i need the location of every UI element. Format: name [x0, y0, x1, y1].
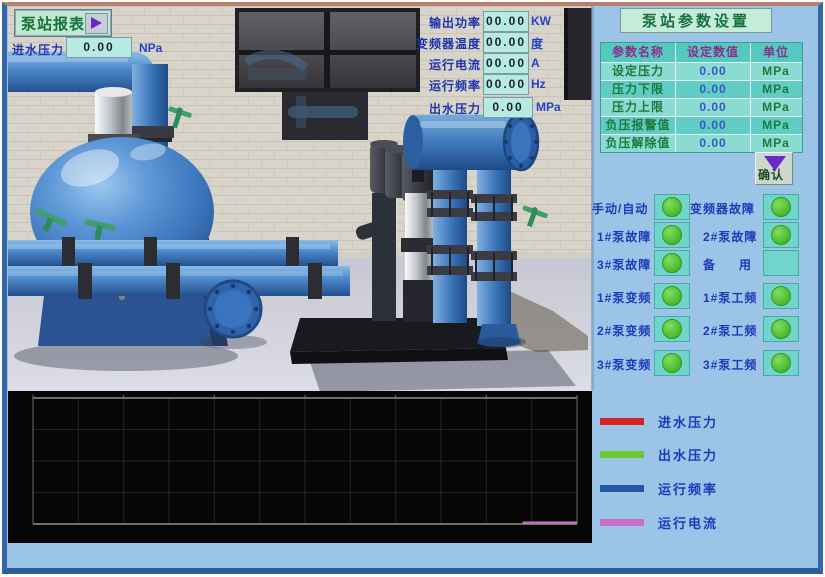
led-indicator [662, 253, 682, 273]
play-triangle-icon [91, 17, 102, 29]
status-label-pump3-vfd: 3#泵变频 [597, 356, 651, 373]
legend-label-run-current: 运行电流 [658, 513, 718, 532]
status-indicator-inverter-fault [763, 194, 799, 220]
report-button-label: 泵站报表 [21, 13, 85, 34]
output-power-label: 输出功率 [385, 14, 481, 31]
run-current-value: 00.00 [483, 53, 529, 74]
status-label-pump2-vfd: 2#泵变频 [597, 322, 651, 339]
status-indicator-pump2-fault [763, 222, 799, 248]
inverter-temp-unit: 度 [531, 35, 543, 52]
report-button[interactable]: 泵站报表 [14, 9, 112, 37]
param-unit: MPa [750, 135, 801, 152]
status-label-manual-auto: 手动/自动 [592, 200, 648, 217]
status-label-pump1-vfd: 1#泵变频 [597, 289, 651, 306]
col-header-unit: 单位 [750, 43, 801, 62]
status-indicator-spare [763, 250, 799, 276]
parameter-table: 参数名称 设定数值 单位 设定压力 0.00 MPa 压力下限 0.00 MPa… [600, 42, 803, 153]
inverter-temp-label: 变频器温度 [385, 35, 481, 52]
led-indicator [771, 225, 791, 245]
status-indicator-manual-auto[interactable] [654, 194, 690, 220]
inlet-pressure-value: 0.00 [66, 37, 132, 58]
param-name: 压力上限 [601, 99, 675, 116]
param-name: 设定压力 [601, 63, 675, 80]
param-unit: MPa [750, 99, 801, 116]
status-indicator-pump1-mains [763, 283, 799, 309]
run-frequency-value: 00.00 [483, 74, 529, 95]
led-indicator [771, 353, 791, 373]
confirm-button-label: 确认 [758, 166, 784, 183]
param-unit: MPa [750, 63, 801, 80]
legend-label-run-frequency: 运行频率 [658, 479, 718, 498]
status-label-inverter-fault: 变频器故障 [690, 200, 755, 217]
status-label-pump3-fault: 3#泵故障 [597, 256, 651, 273]
panel-divider [591, 6, 594, 391]
trend-chart [8, 391, 592, 543]
param-value-input[interactable]: 0.00 [675, 117, 750, 134]
led-indicator [771, 286, 791, 306]
status-indicator-pump3-vfd [654, 350, 690, 376]
led-indicator [771, 319, 791, 339]
table-row-negative-pressure-alarm: 负压报警值 0.00 MPa [601, 117, 802, 135]
table-row-negative-pressure-release: 负压解除值 0.00 MPa [601, 135, 802, 152]
outlet-pressure-label: 出水压力 [385, 100, 481, 117]
legend-swatch-run-frequency [600, 485, 644, 492]
param-name: 负压报警值 [601, 117, 675, 134]
status-label-pump3-mains: 3#泵工频 [703, 356, 757, 373]
led-indicator [662, 353, 682, 373]
outlet-pressure-unit: MPa [536, 100, 561, 114]
run-current-unit: A [531, 56, 540, 70]
outlet-pressure-value: 0.00 [483, 97, 533, 118]
settings-panel-title: 泵站参数设置 [620, 8, 772, 33]
col-header-set-value: 设定数值 [675, 43, 750, 62]
led-indicator [771, 197, 791, 217]
inlet-pressure-label: 进水压力 [12, 41, 64, 58]
status-indicator-pump3-fault [654, 250, 690, 276]
param-value-input[interactable]: 0.00 [675, 135, 750, 152]
led-indicator [662, 286, 682, 306]
param-value-input[interactable]: 0.00 [675, 99, 750, 116]
led-indicator [662, 225, 682, 245]
param-unit: MPa [750, 81, 801, 98]
status-indicator-pump1-vfd [654, 283, 690, 309]
param-value-input[interactable]: 0.00 [675, 63, 750, 80]
status-label-pump2-mains: 2#泵工频 [703, 322, 757, 339]
status-label-pump2-fault: 2#泵故障 [703, 228, 757, 245]
legend-label-inlet-pressure: 进水压力 [658, 412, 718, 431]
param-unit: MPa [750, 117, 801, 134]
table-row-pressure-low-limit: 压力下限 0.00 MPa [601, 81, 802, 99]
table-header-row: 参数名称 设定数值 单位 [601, 43, 802, 63]
run-current-label: 运行电流 [385, 56, 481, 73]
status-indicator-pump2-mains [763, 316, 799, 342]
table-row-set-pressure: 设定压力 0.00 MPa [601, 63, 802, 81]
run-frequency-label: 运行频率 [385, 77, 481, 94]
inlet-pressure-unit: NPa [139, 41, 162, 55]
led-indicator [662, 197, 682, 217]
output-power-value: 00.00 [483, 11, 529, 32]
status-indicator-pump3-mains [763, 350, 799, 376]
output-power-unit: KW [531, 14, 551, 28]
param-name: 压力下限 [601, 81, 675, 98]
status-label-spare: 备 用 [703, 256, 757, 273]
run-frequency-unit: Hz [531, 77, 546, 91]
play-icon[interactable] [85, 13, 108, 34]
trend-plot [8, 391, 592, 543]
status-label-pump1-fault: 1#泵故障 [597, 228, 651, 245]
status-indicator-pump1-fault [654, 222, 690, 248]
table-row-pressure-high-limit: 压力上限 0.00 MPa [601, 99, 802, 117]
hmi-pump-station-screen: 泵站报表 进水压力 0.00 NPa 输出功率 00.00 KW 变频器温度 0… [0, 0, 825, 577]
confirm-button[interactable]: 确认 [755, 152, 793, 185]
legend-swatch-inlet-pressure [600, 418, 644, 425]
inverter-temp-value: 00.00 [483, 32, 529, 53]
param-value-input[interactable]: 0.00 [675, 81, 750, 98]
status-label-pump1-mains: 1#泵工频 [703, 289, 757, 306]
led-indicator [662, 319, 682, 339]
legend-swatch-outlet-pressure [600, 451, 644, 458]
col-header-param-name: 参数名称 [601, 43, 675, 62]
legend-swatch-run-current [600, 519, 644, 526]
legend-label-outlet-pressure: 出水压力 [658, 445, 718, 464]
param-name: 负压解除值 [601, 135, 675, 152]
status-indicator-pump2-vfd [654, 316, 690, 342]
